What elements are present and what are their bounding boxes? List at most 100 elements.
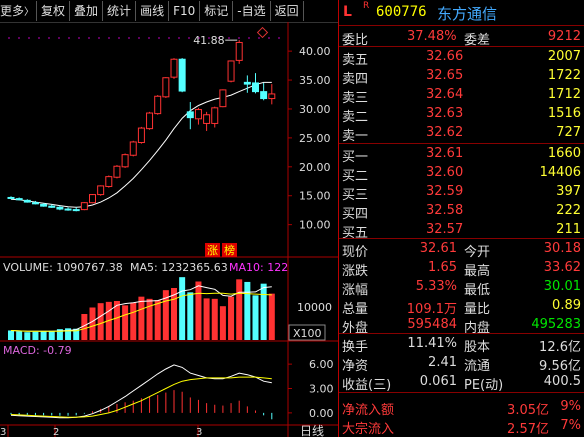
candle-body	[178, 58, 186, 92]
candle-body	[89, 194, 96, 204]
buy-price: 32.61	[426, 146, 464, 161]
buy-row: 买三 32.59 397	[339, 183, 584, 203]
stat-label: 涨跌	[342, 264, 369, 279]
stat-label: 收益(三)	[342, 378, 392, 393]
candle	[137, 126, 145, 144]
stat-value: 2.41	[428, 355, 457, 370]
volume-bar	[32, 331, 39, 340]
candle-body	[268, 93, 276, 100]
candle	[15, 197, 23, 201]
macd-y-tick: 6.00	[309, 358, 334, 371]
sell-volume: 727	[556, 125, 581, 140]
volume-bar	[24, 332, 31, 340]
volume-bar	[97, 303, 104, 340]
candle	[64, 207, 72, 211]
stat-value: 30.01	[543, 279, 581, 294]
fundamental-row: 换手 11.41% 股本 12.6亿	[339, 335, 584, 355]
capital-flow-row: 净流入额 3.05亿 9%	[339, 398, 584, 418]
buy-volume: 1660	[547, 146, 581, 161]
stat-label: 换手	[342, 340, 369, 355]
buy-volume: 211	[556, 222, 581, 237]
buy-row: 买一 32.61 1660	[339, 145, 584, 165]
volume-bar	[122, 305, 129, 340]
flow-percent: 7%	[560, 418, 581, 433]
stock-name[interactable]: 东方通信	[437, 3, 497, 24]
limit-up-badge[interactable]: 涨 榜	[205, 243, 237, 257]
macd-y-tick: 0.00	[309, 407, 334, 420]
volume-bar	[179, 277, 186, 340]
stat-label: 净资	[342, 359, 369, 374]
stock-chart[interactable]: 40.0035.0030.0025.0020.0015.0010.00 41.8…	[0, 0, 338, 437]
candle	[129, 140, 137, 157]
candle-body	[97, 185, 105, 196]
sell-price: 32.63	[426, 106, 464, 121]
macd-y-tick: 3.00	[309, 383, 334, 396]
candle-body	[252, 82, 259, 93]
stat-label: 今开	[464, 245, 491, 260]
y-tick-label: 35.00	[299, 74, 331, 87]
stat-value: 495283	[531, 317, 581, 332]
candle-body	[243, 81, 251, 85]
buy-price: 32.59	[426, 184, 464, 199]
stat-value: 1.65	[428, 260, 457, 275]
candle	[252, 73, 259, 94]
candle-body	[194, 109, 202, 120]
buy-volume: 14406	[539, 165, 581, 180]
volume-bar	[154, 300, 161, 340]
candle	[203, 111, 211, 131]
volume-bar	[211, 298, 218, 340]
stock-code[interactable]: 600776	[376, 4, 427, 20]
stat-label: 涨幅	[342, 283, 369, 298]
candle-body	[113, 165, 121, 178]
sell-row: 卖一 32.62 727	[339, 124, 584, 144]
kline-ma-line	[10, 81, 272, 208]
volume-bars	[8, 277, 275, 340]
buy-volume: 222	[556, 203, 581, 218]
candle	[72, 207, 80, 212]
stat-row: 现价 32.61 今开 30.18	[339, 240, 584, 260]
stat-label: PE(动)	[464, 378, 504, 393]
sell-volume: 1722	[547, 68, 581, 83]
flow-value: 3.05亿	[507, 403, 549, 418]
quote-header: L R 600776 东方通信	[339, 0, 584, 25]
candle	[105, 175, 113, 188]
flow-percent: 9%	[560, 399, 581, 414]
fundamental-row: 收益(三) 0.061 PE(动) 400.5	[339, 373, 584, 393]
y-tick-label: 20.00	[299, 161, 331, 174]
candle-body	[203, 114, 211, 124]
candle-body	[64, 208, 72, 211]
volume-bar	[89, 307, 96, 340]
candle-body	[186, 111, 194, 119]
volume-bar	[236, 279, 243, 340]
candle	[154, 95, 162, 115]
stat-label: 现价	[342, 245, 369, 260]
sell-row: 卖二 32.63 1516	[339, 105, 584, 125]
volume-bar	[40, 331, 47, 340]
volume-unit: X100	[293, 327, 322, 340]
sell-level-label: 卖三	[342, 91, 369, 106]
period-label[interactable]: 日线	[300, 424, 324, 437]
weibi-value: 37.48%	[407, 29, 457, 44]
flow-label: 大宗流入	[342, 422, 395, 437]
candle	[268, 84, 276, 105]
y-tick-label: 10.00	[299, 219, 331, 232]
candle	[260, 82, 268, 101]
volume-bar	[228, 296, 235, 340]
sell-level-label: 卖五	[342, 53, 369, 68]
stat-row: 外盘 595484 内盘 495283	[339, 316, 584, 336]
buy-price: 32.60	[426, 165, 464, 180]
volume-bar	[219, 306, 226, 340]
diamond-icon[interactable]	[256, 26, 269, 39]
candle	[23, 199, 31, 203]
y-tick-label: 25.00	[299, 132, 331, 145]
candle-body	[72, 209, 80, 212]
stat-row: 总量 109.1万 量比 0.89	[339, 297, 584, 317]
candle	[186, 102, 194, 130]
candle-body	[170, 58, 178, 78]
candle-body	[260, 91, 268, 100]
macd-title: MACD: -0.79	[3, 344, 72, 357]
candle	[146, 111, 154, 130]
volume-ma10-label: MA10: 122	[229, 261, 288, 274]
candle-body	[48, 205, 56, 208]
candle-body	[162, 77, 170, 98]
